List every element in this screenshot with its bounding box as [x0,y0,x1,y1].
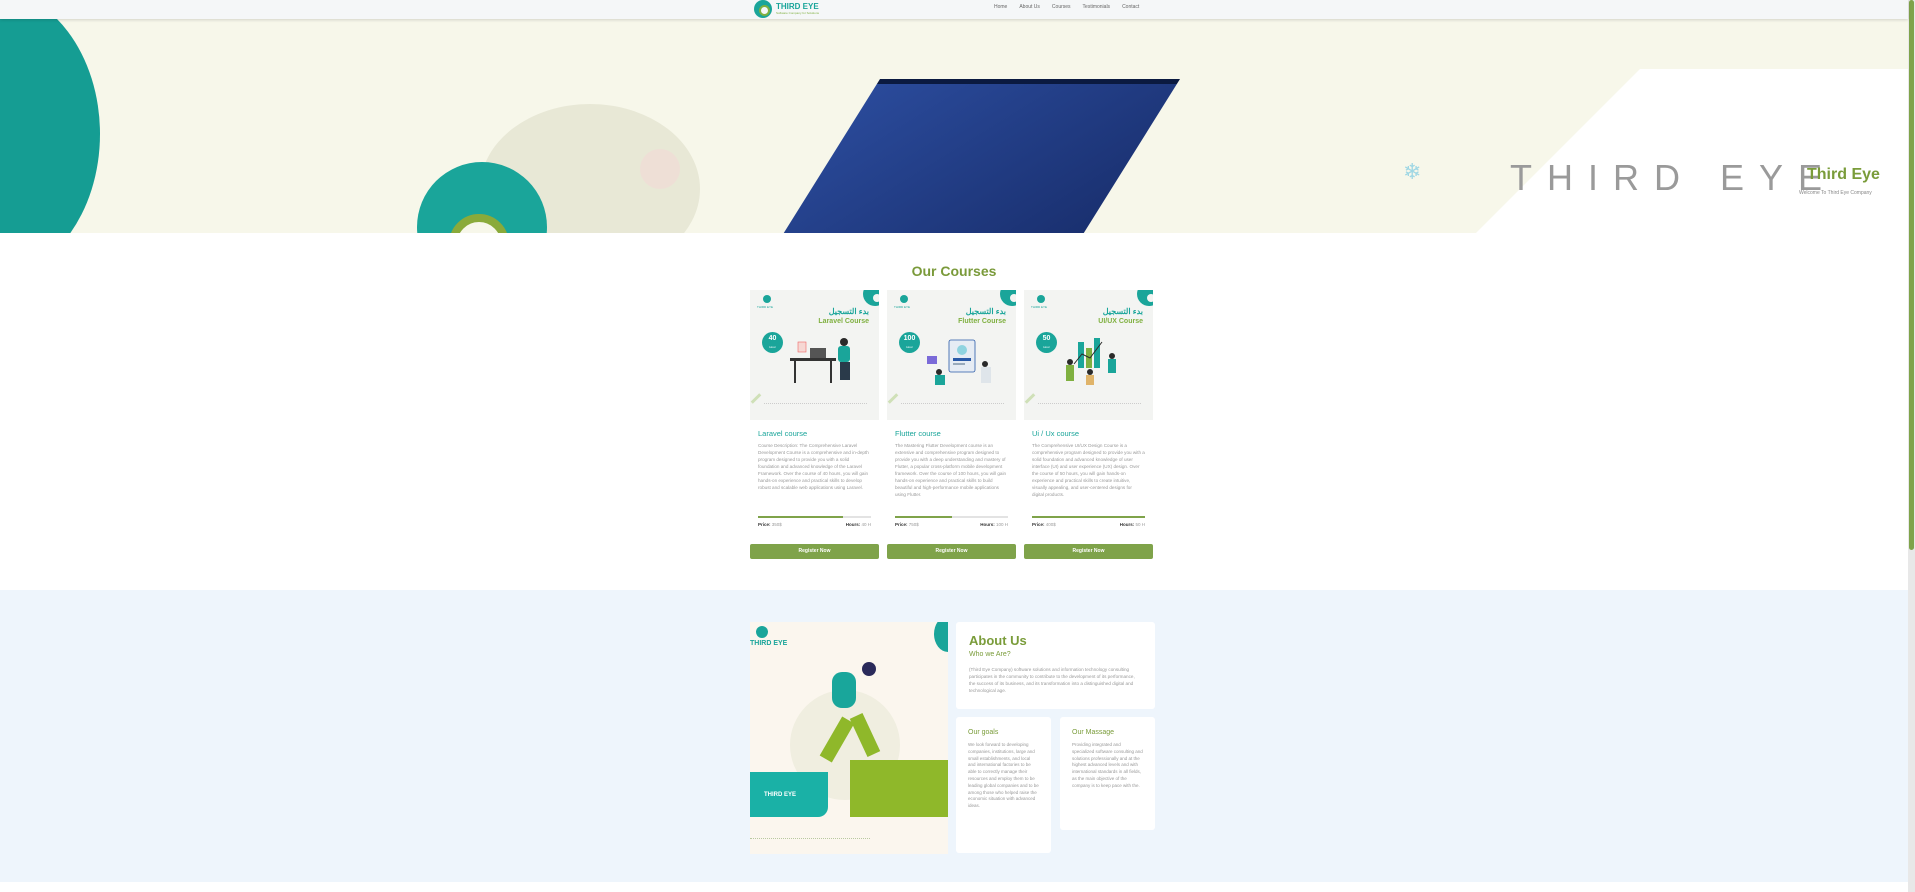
course-image-arabic-title: بدء التسجيل [965,307,1006,316]
about-section: THIRD EYE THIRD EYE About Us Who we Are?… [0,590,1908,882]
our-goals-text: We look forward to developing companies,… [968,742,1039,809]
course-image-brand: THIRD EYE [757,305,774,309]
who-we-are-text: (Third Eye Company) software solutions a… [969,667,1135,693]
logo-icon [756,626,768,638]
page-scrollbar[interactable] [1908,0,1915,892]
hero-wordmark: THIRD EYE [1510,157,1838,198]
course-description: The Comprehensive UI/UX Design Course is… [1032,443,1145,497]
about-who-card: About Us Who we Are? (Third Eye Company)… [956,622,1155,709]
brand-logo[interactable]: THIRD EYE Software Company for Solutions [754,0,820,18]
nav-contact[interactable]: Contact [1122,4,1139,10]
course-image-uiux: THIRD EYE بدء التسجيل UI/UX Course 50 Hou… [1024,290,1153,420]
nav-home[interactable]: Home [994,4,1007,10]
course-image-flutter: THIRD EYE بدء التسجيل Flutter Course 100… [887,290,1016,420]
navbar: THIRD EYE Software Company for Solutions… [0,0,1908,19]
course-image-title: UI/UX Course [1098,318,1143,325]
developer-illustration [790,338,850,383]
about-illustration: THIRD EYE THIRD EYE [750,622,948,854]
course-progress-bar [758,516,871,518]
course-hours: 50 H [1135,522,1145,527]
hero-subtitle: Welcome To Third Eye Company [1799,190,1872,196]
scrollbar-thumb[interactable] [1909,0,1914,550]
course-image-arabic-title: بدء التسجيل [1102,307,1143,316]
course-description: The Mastering Flutter Development course… [895,443,1007,497]
course-price: 750$ [908,522,919,527]
our-goals-card: Our goals We look forward to developing … [956,717,1051,853]
nav-about-us[interactable]: About Us [1019,4,1040,10]
who-we-are-heading: Who we Are? [969,651,1011,658]
course-hours: 100 H [995,522,1008,527]
nav-testimonials[interactable]: Testimonials [1083,4,1111,10]
courses-list: THIRD EYE بدء التسجيل Laravel Course 40 H… [750,290,1155,559]
our-goals-heading: Our goals [968,729,999,736]
course-description: Course Description: The Comprehensive La… [758,443,869,490]
course-image-brand: THIRD EYE [1031,305,1048,309]
about-title: About Us [969,633,1027,648]
brand-tagline: Software Company for Solutions [776,10,820,15]
hero-teal-shape [0,19,100,233]
courses-section-title: Our Courses [911,263,997,279]
brand-name: THIRD EYE [776,1,819,11]
hero-laptop-image [717,79,1180,233]
course-progress-bar [895,516,1008,518]
logo-icon [900,295,908,303]
main-nav: Home About Us Courses Testimonials Conta… [994,4,1151,10]
course-hours: 40 H [861,522,871,527]
price-label: Price: [895,522,908,527]
course-card-uiux: THIRD EYE بدء التسجيل UI/UX Course 50 Hou… [1024,290,1153,559]
course-image-title: Flutter Course [958,318,1006,325]
course-title: Flutter course [895,429,941,438]
hero-white-panel [1380,69,1908,233]
course-price: 400$ [1045,522,1056,527]
register-now-button[interactable]: Register Now [750,544,879,559]
hero-banner: ❄ THIRD EYE Third Eye Welcome To Third E… [0,19,1908,233]
third-eye-logo-icon [754,0,772,18]
course-title: Laravel course [758,429,808,438]
hours-label: Hours: [980,522,995,527]
step-brand-text: THIRD EYE [764,792,797,798]
register-now-button[interactable]: Register Now [887,544,1016,559]
logo-icon [1037,295,1045,303]
hero-pink-blob [640,149,680,189]
design-team-illustration [1066,338,1116,385]
nav-courses[interactable]: Courses [1052,4,1071,10]
course-image-title: Laravel Course [818,318,869,325]
register-now-button[interactable]: Register Now [1024,544,1153,559]
course-price: 350$ [771,522,782,527]
price-label: Price: [1032,522,1045,527]
course-progress-bar [1032,516,1145,518]
mobile-dev-illustration [927,339,991,385]
hero-title: Third Eye [1807,166,1880,183]
our-message-text: Providing integrated and specialized sof… [1072,742,1143,788]
hours-label: Hours: [845,522,861,527]
course-image-brand: THIRD EYE [894,305,911,309]
course-hours-badge: 40 Hour [762,332,783,353]
snowflake-icon: ❄ [1403,159,1422,184]
course-hours-badge: 50 Hour [1036,332,1057,353]
course-hours-badge: 100 Hour [899,332,920,353]
course-image-arabic-title: بدء التسجيل [828,307,869,316]
course-image-laravel: THIRD EYE بدء التسجيل Laravel Course 40 H… [750,290,879,420]
course-card-laravel: THIRD EYE بدء التسجيل Laravel Course 40 H… [750,290,879,559]
our-message-card: Our Massage Providing integrated and spe… [1060,717,1155,830]
course-title: Ui / Ux course [1032,429,1080,438]
logo-icon [763,295,771,303]
about-image-brand: THIRD EYE [750,640,788,647]
course-card-flutter: THIRD EYE بدء التسجيل Flutter Course 100… [887,290,1016,559]
hours-label: Hours: [1119,522,1135,527]
price-label: Price: [758,522,771,527]
our-message-heading: Our Massage [1072,729,1115,736]
